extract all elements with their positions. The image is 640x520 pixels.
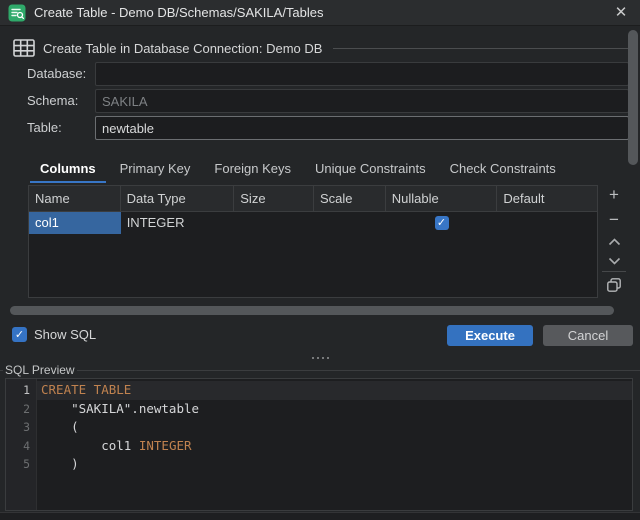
table-grid-icon xyxy=(13,38,35,58)
minus-icon: − xyxy=(609,210,619,230)
col-header-data-type[interactable]: Data Type xyxy=(121,186,235,211)
tab-primary-key[interactable]: Primary Key xyxy=(108,156,203,183)
sql-code: CREATE TABLE xyxy=(37,381,632,400)
sql-line: 5 ) xyxy=(6,455,632,474)
group-header-label: Create Table in Database Connection: Dem… xyxy=(43,41,322,56)
move-down-button[interactable] xyxy=(602,250,626,272)
sql-code: ( xyxy=(37,418,632,437)
sql-preview-editor: 1 CREATE TABLE 2 "SAKILA".newtable 3 ( 4… xyxy=(5,378,633,511)
line-number: 5 xyxy=(6,455,37,474)
window-title: Create Table - Demo DB/Schemas/SAKILA/Ta… xyxy=(34,0,324,26)
schema-label: Schema: xyxy=(27,89,78,113)
cancel-button[interactable]: Cancel xyxy=(543,325,633,346)
create-table-dialog: Create Table - Demo DB/Schemas/SAKILA/Ta… xyxy=(0,0,640,520)
col-header-nullable[interactable]: Nullable xyxy=(386,186,498,211)
pane-splitter-handle[interactable] xyxy=(0,356,640,360)
line-number: 4 xyxy=(6,437,37,456)
sql-code: col1 INTEGER xyxy=(37,437,632,456)
col-header-default[interactable]: Default xyxy=(497,186,597,211)
cell-scale[interactable] xyxy=(314,212,386,234)
tab-foreign-keys[interactable]: Foreign Keys xyxy=(202,156,303,183)
sql-code: ) xyxy=(37,455,632,474)
line-number: 2 xyxy=(6,400,37,419)
sql-line: 2 "SAKILA".newtable xyxy=(6,400,632,419)
tab-columns[interactable]: Columns xyxy=(28,156,108,183)
group-rule-left xyxy=(0,370,3,371)
connection-group-header: Create Table in Database Connection: Dem… xyxy=(13,37,628,59)
copy-column-button[interactable] xyxy=(602,274,626,296)
add-column-button[interactable]: + xyxy=(602,184,626,206)
line-number: 1 xyxy=(6,381,37,400)
cell-size[interactable] xyxy=(234,212,314,234)
sql-line: 3 ( xyxy=(6,418,632,437)
chevron-up-icon xyxy=(608,238,621,246)
sql-preview-group: SQL Preview xyxy=(0,363,640,377)
tab-unique-constraints[interactable]: Unique Constraints xyxy=(303,156,438,183)
tab-check-constraints[interactable]: Check Constraints xyxy=(438,156,568,183)
vertical-scrollbar[interactable] xyxy=(628,30,638,165)
plus-icon: + xyxy=(609,185,619,205)
sql-script-search-icon xyxy=(8,4,26,22)
col-header-scale[interactable]: Scale xyxy=(314,186,386,211)
remove-column-button[interactable]: − xyxy=(602,209,626,231)
copy-icon xyxy=(606,277,622,293)
schema-field xyxy=(95,89,629,113)
cell-default[interactable] xyxy=(497,212,597,234)
columns-grid: Name Data Type Size Scale Nullable Defau… xyxy=(28,185,598,298)
col-header-size[interactable]: Size xyxy=(234,186,314,211)
editor-bottom-scrollbar[interactable] xyxy=(0,512,640,520)
cell-nullable: ✓ xyxy=(386,212,498,234)
execute-button[interactable]: Execute xyxy=(447,325,533,346)
close-icon[interactable]: ✕ xyxy=(608,2,634,24)
nullable-checkbox[interactable]: ✓ xyxy=(435,216,449,230)
sql-preview-label: SQL Preview xyxy=(5,363,75,377)
database-field xyxy=(95,62,629,86)
columns-grid-header: Name Data Type Size Scale Nullable Defau… xyxy=(29,186,597,212)
group-header-rule xyxy=(333,48,628,49)
sql-code: "SAKILA".newtable xyxy=(37,400,632,419)
cell-name-selected[interactable]: col1 xyxy=(29,212,121,234)
sql-line: 4 col1 INTEGER xyxy=(6,437,632,456)
table-label: Table: xyxy=(27,116,62,140)
cell-data-type[interactable]: INTEGER xyxy=(121,212,235,234)
sql-line: 1 CREATE TABLE xyxy=(6,381,632,400)
line-number: 3 xyxy=(6,418,37,437)
col-header-name[interactable]: Name xyxy=(29,186,121,211)
horizontal-scrollbar[interactable] xyxy=(10,306,614,315)
database-label: Database: xyxy=(27,62,86,86)
constraint-tabs: Columns Primary Key Foreign Keys Unique … xyxy=(28,156,568,183)
group-rule-right xyxy=(77,370,640,371)
table-name-field[interactable] xyxy=(95,116,629,140)
table-row: col1 INTEGER ✓ xyxy=(29,212,597,234)
show-sql-label: Show SQL xyxy=(34,326,96,343)
show-sql-checkbox[interactable]: ✓ xyxy=(12,327,27,342)
toolbar-separator xyxy=(602,271,626,272)
titlebar: Create Table - Demo DB/Schemas/SAKILA/Ta… xyxy=(0,0,640,26)
chevron-down-icon xyxy=(608,257,621,265)
